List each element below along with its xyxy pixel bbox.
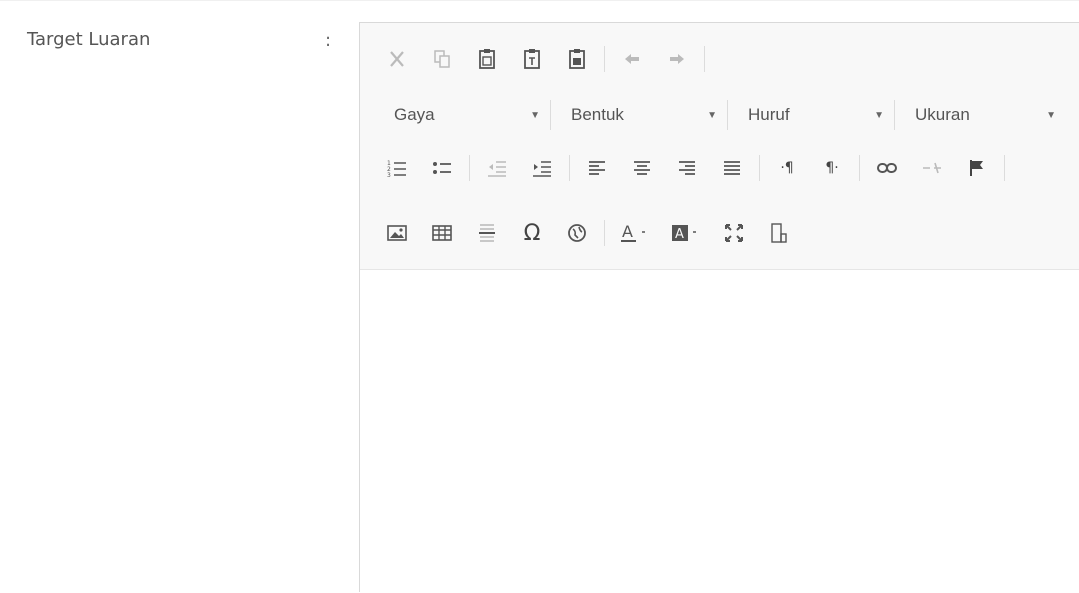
show-blocks-icon[interactable] [764,218,794,248]
horizontal-line-icon[interactable] [472,218,502,248]
toolbar-row-clipboard [382,41,717,77]
unlink-icon[interactable] [917,153,947,183]
toolbar-separator [704,46,705,72]
undo-icon[interactable] [617,44,647,74]
toolbar-separator [604,220,605,246]
toolbar-separator [894,100,895,130]
numbered-list-icon[interactable]: 123 [382,153,412,183]
special-char-icon[interactable]: Ω [517,218,547,248]
toolbar-separator [759,155,760,181]
svg-text:3: 3 [387,172,391,177]
paste-text-icon[interactable] [517,44,547,74]
toolbar-separator [604,46,605,72]
font-combo-label: Huruf [748,105,790,124]
font-combo[interactable]: Huruf ▼ [736,100,886,130]
style-combo[interactable]: Gaya ▼ [382,100,542,130]
chevron-down-icon: ▼ [530,109,540,121]
align-left-icon[interactable] [582,153,612,183]
toolbar-separator [550,100,551,130]
copy-icon[interactable] [427,44,457,74]
rtl-icon[interactable]: ¶· [817,153,847,183]
size-combo[interactable]: Ukuran ▼ [903,100,1058,130]
anchor-icon[interactable] [962,153,992,183]
background-color-icon[interactable]: A [668,218,704,248]
paste-icon[interactable] [472,44,502,74]
text-color-icon[interactable]: A [617,218,653,248]
table-icon[interactable] [427,218,457,248]
toolbar-separator [1004,155,1005,181]
toolbar-row-insert: Ω A A [382,215,809,251]
justify-icon[interactable] [717,153,747,183]
svg-text:A: A [622,223,633,241]
size-combo-label: Ukuran [915,105,970,124]
ltr-icon[interactable]: ·¶ [772,153,802,183]
toolbar-row-paragraph: 123 ·¶ ¶· [382,150,1017,186]
rich-text-editor[interactable]: Gaya ▼ Bentuk ▼ Huruf ▼ Ukuran ▼ 1 2 3 ·… [359,22,1079,593]
decrease-indent-icon[interactable] [482,153,512,183]
format-combo[interactable]: Bentuk ▼ [559,100,719,130]
editor-content-area[interactable] [360,270,1079,593]
form-row-target-luaran: Target Luaran : Gaya ▼ Bentuk ▼ Huruf ▼ … [0,0,1079,593]
paste-word-icon[interactable] [562,44,592,74]
chevron-down-icon: ▼ [707,109,717,121]
cut-icon[interactable] [382,44,412,74]
chevron-down-icon: ▼ [874,109,884,121]
toolbar-separator [469,155,470,181]
toolbar-separator [859,155,860,181]
format-combo-label: Bentuk [571,105,624,124]
label-separator: : [325,30,332,51]
label-column: Target Luaran : [12,8,360,592]
image-icon[interactable] [382,218,412,248]
toolbar-separator [569,155,570,181]
align-center-icon[interactable] [627,153,657,183]
link-icon[interactable] [872,153,902,183]
field-label: Target Luaran [27,29,151,50]
editor-toolbar: Gaya ▼ Bentuk ▼ Huruf ▼ Ukuran ▼ 1 2 3 ·… [360,23,1079,270]
style-combo-label: Gaya [394,105,435,124]
redo-icon[interactable] [662,44,692,74]
chevron-down-icon: ▼ [1046,109,1056,121]
iframe-icon[interactable] [562,218,592,248]
svg-text:A: A [675,227,684,242]
toolbar-separator [727,100,728,130]
align-right-icon[interactable] [672,153,702,183]
increase-indent-icon[interactable] [527,153,557,183]
bulleted-list-icon[interactable] [427,153,457,183]
toolbar-row-styles: Gaya ▼ Bentuk ▼ Huruf ▼ Ukuran ▼ [382,97,1058,133]
maximize-icon[interactable] [719,218,749,248]
